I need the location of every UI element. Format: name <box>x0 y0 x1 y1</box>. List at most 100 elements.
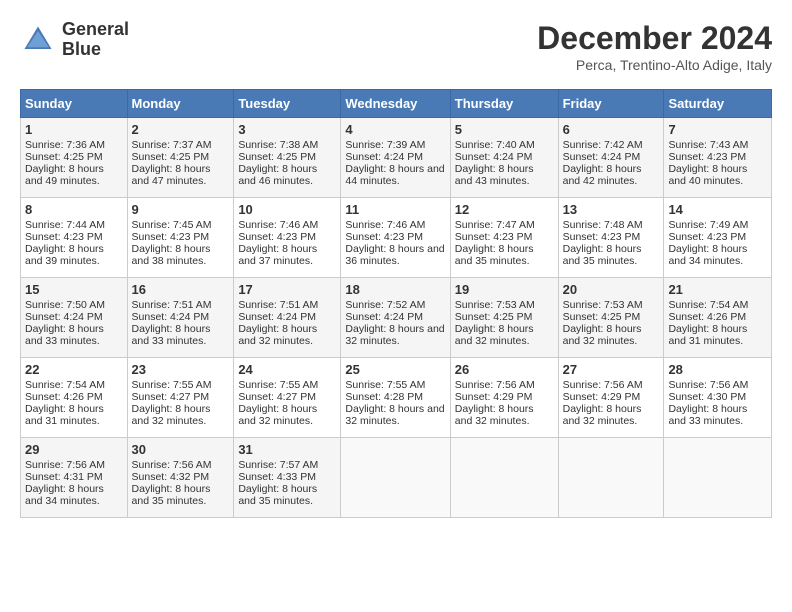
daylight-text: Daylight: 8 hours and 34 minutes. <box>25 483 104 507</box>
sunset-text: Sunset: 4:23 PM <box>668 151 746 163</box>
calendar-week-row: 15Sunrise: 7:50 AMSunset: 4:24 PMDayligh… <box>21 278 772 358</box>
sunrise-text: Sunrise: 7:51 AM <box>238 299 318 311</box>
sunset-text: Sunset: 4:29 PM <box>563 391 641 403</box>
logo: General Blue <box>20 20 129 60</box>
day-cell: 31Sunrise: 7:57 AMSunset: 4:33 PMDayligh… <box>234 438 341 518</box>
header-sunday: Sunday <box>21 90 128 118</box>
sunset-text: Sunset: 4:24 PM <box>25 311 103 323</box>
day-cell: 18Sunrise: 7:52 AMSunset: 4:24 PMDayligh… <box>341 278 450 358</box>
sunset-text: Sunset: 4:25 PM <box>25 151 103 163</box>
day-cell: 9Sunrise: 7:45 AMSunset: 4:23 PMDaylight… <box>127 198 234 278</box>
sunset-text: Sunset: 4:23 PM <box>238 231 316 243</box>
day-number: 28 <box>668 362 767 377</box>
day-cell: 11Sunrise: 7:46 AMSunset: 4:23 PMDayligh… <box>341 198 450 278</box>
calendar-week-row: 29Sunrise: 7:56 AMSunset: 4:31 PMDayligh… <box>21 438 772 518</box>
sunrise-text: Sunrise: 7:55 AM <box>238 379 318 391</box>
sunset-text: Sunset: 4:25 PM <box>455 311 533 323</box>
header-monday: Monday <box>127 90 234 118</box>
day-number: 6 <box>563 122 660 137</box>
sunrise-text: Sunrise: 7:57 AM <box>238 459 318 471</box>
day-number: 23 <box>132 362 230 377</box>
day-cell: 16Sunrise: 7:51 AMSunset: 4:24 PMDayligh… <box>127 278 234 358</box>
daylight-text: Daylight: 8 hours and 40 minutes. <box>668 163 747 187</box>
daylight-text: Daylight: 8 hours and 46 minutes. <box>238 163 317 187</box>
sunset-text: Sunset: 4:23 PM <box>563 231 641 243</box>
sunset-text: Sunset: 4:25 PM <box>238 151 316 163</box>
day-cell: 3Sunrise: 7:38 AMSunset: 4:25 PMDaylight… <box>234 118 341 198</box>
sunset-text: Sunset: 4:29 PM <box>455 391 533 403</box>
day-number: 5 <box>455 122 554 137</box>
sunrise-text: Sunrise: 7:36 AM <box>25 139 105 151</box>
daylight-text: Daylight: 8 hours and 32 minutes. <box>238 323 317 347</box>
sunset-text: Sunset: 4:23 PM <box>25 231 103 243</box>
sunset-text: Sunset: 4:27 PM <box>238 391 316 403</box>
day-number: 3 <box>238 122 336 137</box>
day-cell: 12Sunrise: 7:47 AMSunset: 4:23 PMDayligh… <box>450 198 558 278</box>
header-wednesday: Wednesday <box>341 90 450 118</box>
daylight-text: Daylight: 8 hours and 32 minutes. <box>345 403 444 427</box>
sunrise-text: Sunrise: 7:50 AM <box>25 299 105 311</box>
day-number: 16 <box>132 282 230 297</box>
day-cell: 28Sunrise: 7:56 AMSunset: 4:30 PMDayligh… <box>664 358 772 438</box>
day-cell: 1Sunrise: 7:36 AMSunset: 4:25 PMDaylight… <box>21 118 128 198</box>
daylight-text: Daylight: 8 hours and 39 minutes. <box>25 243 104 267</box>
daylight-text: Daylight: 8 hours and 35 minutes. <box>132 483 211 507</box>
day-number: 30 <box>132 442 230 457</box>
day-cell: 15Sunrise: 7:50 AMSunset: 4:24 PMDayligh… <box>21 278 128 358</box>
sunrise-text: Sunrise: 7:47 AM <box>455 219 535 231</box>
day-number: 26 <box>455 362 554 377</box>
daylight-text: Daylight: 8 hours and 32 minutes. <box>238 403 317 427</box>
day-number: 27 <box>563 362 660 377</box>
sunset-text: Sunset: 4:23 PM <box>455 231 533 243</box>
daylight-text: Daylight: 8 hours and 38 minutes. <box>132 243 211 267</box>
sunset-text: Sunset: 4:24 PM <box>132 311 210 323</box>
day-cell: 2Sunrise: 7:37 AMSunset: 4:25 PMDaylight… <box>127 118 234 198</box>
sunrise-text: Sunrise: 7:46 AM <box>238 219 318 231</box>
sunset-text: Sunset: 4:23 PM <box>132 231 210 243</box>
daylight-text: Daylight: 8 hours and 32 minutes. <box>455 403 534 427</box>
header-friday: Friday <box>558 90 664 118</box>
day-number: 1 <box>25 122 123 137</box>
sunrise-text: Sunrise: 7:43 AM <box>668 139 748 151</box>
daylight-text: Daylight: 8 hours and 37 minutes. <box>238 243 317 267</box>
daylight-text: Daylight: 8 hours and 36 minutes. <box>345 243 444 267</box>
day-number: 13 <box>563 202 660 217</box>
location-subtitle: Perca, Trentino-Alto Adige, Italy <box>537 57 772 73</box>
sunset-text: Sunset: 4:24 PM <box>345 311 423 323</box>
weekday-header-row: Sunday Monday Tuesday Wednesday Thursday… <box>21 90 772 118</box>
daylight-text: Daylight: 8 hours and 43 minutes. <box>455 163 534 187</box>
day-number: 10 <box>238 202 336 217</box>
daylight-text: Daylight: 8 hours and 42 minutes. <box>563 163 642 187</box>
day-number: 20 <box>563 282 660 297</box>
day-number: 25 <box>345 362 445 377</box>
day-cell: 6Sunrise: 7:42 AMSunset: 4:24 PMDaylight… <box>558 118 664 198</box>
sunrise-text: Sunrise: 7:48 AM <box>563 219 643 231</box>
header-thursday: Thursday <box>450 90 558 118</box>
daylight-text: Daylight: 8 hours and 33 minutes. <box>668 403 747 427</box>
sunrise-text: Sunrise: 7:56 AM <box>455 379 535 391</box>
sunset-text: Sunset: 4:28 PM <box>345 391 423 403</box>
sunset-text: Sunset: 4:24 PM <box>345 151 423 163</box>
sunrise-text: Sunrise: 7:56 AM <box>25 459 105 471</box>
sunrise-text: Sunrise: 7:52 AM <box>345 299 425 311</box>
day-number: 15 <box>25 282 123 297</box>
sunset-text: Sunset: 4:26 PM <box>668 311 746 323</box>
logo-icon <box>20 22 56 58</box>
daylight-text: Daylight: 8 hours and 35 minutes. <box>563 243 642 267</box>
sunrise-text: Sunrise: 7:55 AM <box>345 379 425 391</box>
day-cell: 7Sunrise: 7:43 AMSunset: 4:23 PMDaylight… <box>664 118 772 198</box>
calendar-week-row: 1Sunrise: 7:36 AMSunset: 4:25 PMDaylight… <box>21 118 772 198</box>
daylight-text: Daylight: 8 hours and 32 minutes. <box>455 323 534 347</box>
day-number: 19 <box>455 282 554 297</box>
logo-text: General Blue <box>62 20 129 60</box>
sunset-text: Sunset: 4:26 PM <box>25 391 103 403</box>
day-cell: 30Sunrise: 7:56 AMSunset: 4:32 PMDayligh… <box>127 438 234 518</box>
sunrise-text: Sunrise: 7:45 AM <box>132 219 212 231</box>
sunrise-text: Sunrise: 7:44 AM <box>25 219 105 231</box>
empty-day-cell <box>450 438 558 518</box>
day-cell: 10 Sunrise: 7:46 AMSunset: 4:23 PMDayligh… <box>234 198 341 278</box>
sunset-text: Sunset: 4:30 PM <box>668 391 746 403</box>
sunset-text: Sunset: 4:23 PM <box>668 231 746 243</box>
daylight-text: Daylight: 8 hours and 32 minutes. <box>132 403 211 427</box>
day-cell: 27Sunrise: 7:56 AMSunset: 4:29 PMDayligh… <box>558 358 664 438</box>
